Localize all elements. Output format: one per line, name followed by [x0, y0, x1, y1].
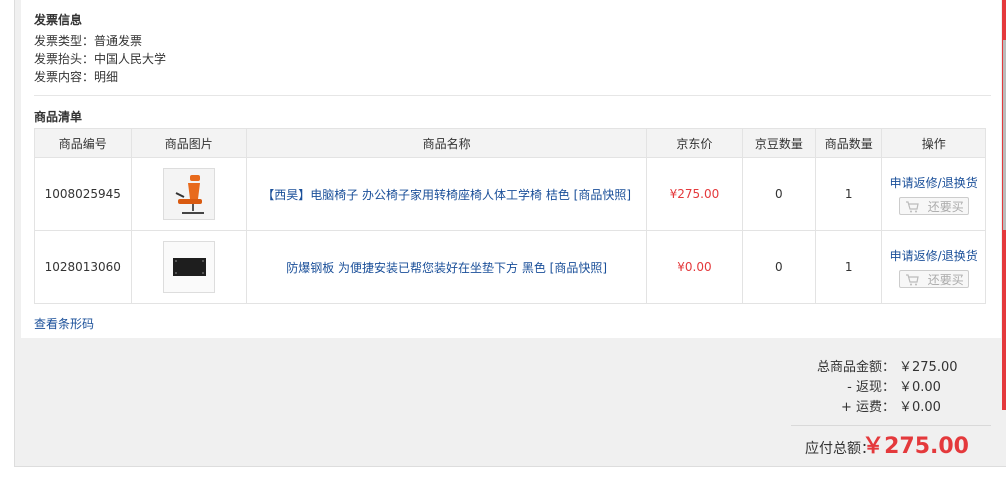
- invoice-type: 发票类型：普通发票: [34, 32, 142, 49]
- col-header-price: 京东价: [646, 128, 743, 158]
- col-header-image: 商品图片: [130, 128, 248, 158]
- col-header-name: 商品名称: [246, 128, 648, 158]
- invoice-content-value: 明细: [94, 70, 119, 84]
- summary-divider: [791, 425, 991, 426]
- order-content-area: 发票信息 发票类型：普通发票 发票抬头：中国人民大学 发票内容：明细 商品清单 …: [21, 0, 1001, 338]
- chair-icon: [163, 169, 214, 219]
- col-header-qty: 商品数量: [815, 128, 883, 158]
- product-actions: 申请返修/退换货 还要买: [881, 230, 986, 304]
- rebuy-button[interactable]: 还要买: [898, 196, 969, 215]
- product-name-cell: 【西昊】电脑椅子 办公椅子家用转椅座椅人体工学椅 桔色 [商品快照]: [246, 157, 648, 231]
- table-row: 1008025945 【西昊】电脑椅子 办公椅子家用转椅座椅人体工学椅 桔色 […: [34, 157, 986, 231]
- return-repair-link[interactable]: 申请返修/退换货: [882, 174, 985, 191]
- product-name-link[interactable]: 防爆钢板 为便捷安装已帮您装好在坐垫下方 黑色 [商品快照]: [286, 261, 607, 275]
- shipping-row: + 运费： ￥0.00: [841, 396, 969, 415]
- cashback-value: ￥0.00: [899, 380, 941, 395]
- invoice-type-value: 普通发票: [94, 34, 143, 48]
- payable-amount: ￥275.00: [862, 434, 969, 459]
- table-row: 1028013060 防爆钢板 为便捷安装已帮您装好在坐垫下方 黑色 [商品快照…: [34, 230, 986, 304]
- product-image-cell: [130, 157, 248, 231]
- product-id: 1008025945: [34, 157, 132, 231]
- section-divider: [34, 95, 991, 96]
- steel-plate-thumbnail[interactable]: [162, 241, 215, 293]
- view-barcode-link[interactable]: 查看条形码: [34, 315, 94, 332]
- product-price: ¥275.00: [646, 157, 743, 231]
- invoice-type-label: 发票类型：: [34, 34, 95, 48]
- rebuy-button[interactable]: 还要买: [898, 269, 969, 288]
- office-chair-thumbnail[interactable]: [162, 168, 215, 220]
- product-price: ¥0.00: [646, 230, 743, 304]
- product-qty: 1: [815, 230, 883, 304]
- product-actions: 申请返修/退换货 还要买: [881, 157, 986, 231]
- invoice-content: 发票内容：明细: [34, 68, 118, 85]
- goods-table: 商品编号 商品图片 商品名称 京东价 京豆数量 商品数量 操作 10080259…: [34, 128, 986, 304]
- cashback-label: - 返现：: [847, 380, 895, 395]
- return-repair-link[interactable]: 申请返修/退换货: [882, 247, 985, 264]
- product-beans: 0: [741, 157, 817, 231]
- items-total-label: 总商品金额：: [816, 360, 895, 375]
- cashback-row: - 返现： ￥0.00: [847, 376, 969, 395]
- rebuy-label: 还要买: [927, 272, 964, 287]
- invoice-content-label: 发票内容：: [34, 70, 95, 84]
- invoice-header-value: 中国人民大学: [94, 52, 167, 66]
- invoice-header-label: 发票抬头：: [34, 52, 95, 66]
- invoice-header: 发票抬头：中国人民大学: [34, 50, 166, 67]
- shipping-label: + 运费：: [840, 400, 895, 415]
- steel-plate-icon: [163, 242, 214, 292]
- product-beans: 0: [741, 230, 817, 304]
- items-total-value: ￥275.00: [899, 360, 958, 375]
- rebuy-label: 还要买: [927, 199, 964, 214]
- product-image-cell: [130, 230, 248, 304]
- product-id: 1028013060: [34, 230, 132, 304]
- cart-icon: [905, 200, 919, 212]
- col-header-id: 商品编号: [34, 128, 132, 158]
- col-header-beans: 京豆数量: [741, 128, 817, 158]
- shipping-value: ￥0.00: [899, 400, 941, 415]
- goods-table-header: 商品编号 商品图片 商品名称 京东价 京豆数量 商品数量 操作: [34, 128, 986, 158]
- product-name-cell: 防爆钢板 为便捷安装已帮您装好在坐垫下方 黑色 [商品快照]: [246, 230, 648, 304]
- goods-section-title: 商品清单: [34, 110, 83, 124]
- invoice-section-title: 发票信息: [34, 13, 83, 27]
- product-name-link[interactable]: 【西昊】电脑椅子 办公椅子家用转椅座椅人体工学椅 桔色 [商品快照]: [262, 188, 631, 202]
- items-total-row: 总商品金额： ￥275.00: [817, 356, 969, 375]
- order-detail-panel: 发票信息 发票类型：普通发票 发票抬头：中国人民大学 发票内容：明细 商品清单 …: [14, 0, 1006, 467]
- product-qty: 1: [815, 157, 883, 231]
- col-header-actions: 操作: [881, 128, 986, 158]
- cart-icon: [905, 273, 919, 285]
